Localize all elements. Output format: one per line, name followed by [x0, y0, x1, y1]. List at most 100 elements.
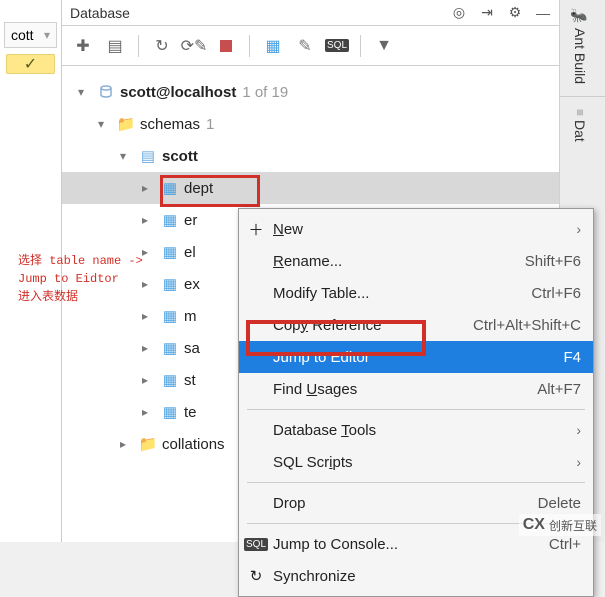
toolbar-divider: [360, 35, 361, 57]
shortcut: Ctrl+: [549, 536, 581, 553]
datasource-button[interactable]: ▤: [104, 35, 126, 57]
shortcut: Shift+F6: [525, 253, 581, 270]
table-icon: ▦: [160, 339, 180, 357]
table-icon: ▦: [160, 179, 180, 197]
stop-button[interactable]: [215, 35, 237, 57]
tab-database[interactable]: ≡ Dat: [560, 101, 600, 150]
toolbar: ✚ ▤ ↻ ⟳✎ ▦ ✎ SQL ▼: [62, 26, 559, 66]
menu-label: Jump to Console...: [273, 536, 398, 553]
table-label: el: [184, 244, 196, 261]
target-icon[interactable]: ◎: [451, 5, 467, 21]
table-label: er: [184, 212, 197, 229]
tab-label: Dat: [572, 120, 588, 142]
schemas-node[interactable]: ▾ 📁 schemas 1: [62, 108, 559, 140]
shortcut: F4: [563, 349, 581, 366]
tab-ant-build[interactable]: 🐜 Ant Build: [560, 0, 600, 92]
table-icon: ▦: [160, 403, 180, 421]
table-label: sa: [184, 340, 200, 357]
shortcut: Delete: [538, 495, 581, 512]
database-icon: [96, 84, 116, 100]
menu-label: Database Tools: [273, 422, 376, 439]
chevron-down-icon[interactable]: ▾: [78, 85, 92, 99]
sync-icon: ↻: [247, 567, 265, 585]
chevron-down-icon: ▾: [44, 28, 50, 42]
table-icon: ▦: [160, 211, 180, 229]
menu-label: New: [273, 221, 303, 238]
chevron-right-icon[interactable]: ▸: [142, 277, 156, 291]
edit-button[interactable]: ✎: [294, 35, 316, 57]
chevron-right-icon[interactable]: ▸: [142, 405, 156, 419]
menu-sql-scripts[interactable]: SQL Scripts ›: [239, 446, 593, 478]
table-label: st: [184, 372, 196, 389]
menu-find-usages[interactable]: Find Usages Alt+F7: [239, 373, 593, 405]
panel-title: Database: [70, 5, 130, 21]
shortcut: Ctrl+Alt+Shift+C: [473, 317, 581, 334]
db-label: scott: [162, 148, 198, 165]
table-button[interactable]: ▦: [262, 35, 284, 57]
gear-icon[interactable]: ⚙: [507, 5, 523, 21]
submenu-icon: ›: [576, 422, 581, 438]
chevron-right-icon[interactable]: ▸: [142, 245, 156, 259]
db-node[interactable]: ▾ ▤ scott: [62, 140, 559, 172]
header-buttons: ◎ ⇥ ⚙ —: [451, 5, 551, 21]
yellow-indicator[interactable]: ✓: [6, 54, 55, 74]
datasource-label: scott@localhost: [120, 84, 236, 101]
menu-copyref[interactable]: Copy Reference Ctrl+Alt+Shift+C: [239, 309, 593, 341]
toolbar-divider: [138, 35, 139, 57]
sql-icon: SQL: [247, 538, 265, 551]
schemas-label: schemas: [140, 116, 200, 133]
table-icon: ▦: [160, 275, 180, 293]
menu-label: Synchronize: [273, 568, 356, 585]
menu-modify[interactable]: Modify Table... Ctrl+F6: [239, 277, 593, 309]
ant-icon: 🐜: [572, 8, 588, 24]
chevron-down-icon[interactable]: ▾: [98, 117, 112, 131]
chevron-right-icon[interactable]: ▸: [120, 437, 134, 451]
chevron-right-icon[interactable]: ▸: [142, 373, 156, 387]
dropdown-label: cott: [11, 27, 34, 43]
add-button[interactable]: ✚: [72, 35, 94, 57]
collations-label: collations: [162, 436, 225, 453]
tab-separator: [560, 96, 605, 97]
chevron-right-icon[interactable]: ▸: [142, 341, 156, 355]
menu-new[interactable]: ＋ New ›: [239, 213, 593, 245]
menu-label: SQL Scripts: [273, 454, 353, 471]
table-icon: ▦: [160, 243, 180, 261]
table-icon: ▦: [160, 371, 180, 389]
sync-button[interactable]: ⟳✎: [183, 35, 205, 57]
chevron-right-icon[interactable]: ▸: [142, 309, 156, 323]
chevron-down-icon[interactable]: ▾: [120, 149, 134, 163]
sql-button[interactable]: SQL: [326, 35, 348, 57]
tab-label: Ant Build: [572, 28, 588, 84]
logo-cx: CX: [523, 516, 545, 534]
submenu-icon: ›: [576, 454, 581, 470]
menu-label: Rename...: [273, 253, 342, 270]
chevron-right-icon[interactable]: ▸: [142, 213, 156, 227]
refresh-button[interactable]: ↻: [151, 35, 173, 57]
collapse-icon[interactable]: ⇥: [479, 5, 495, 21]
scott-dropdown[interactable]: cott ▾: [4, 22, 57, 48]
table-label: m: [184, 308, 197, 325]
annotation-text: 选择 table name -> Jump to Eidtor 进入表数据: [18, 252, 143, 306]
datasource-node[interactable]: ▾ scott@localhost 1 of 19: [62, 76, 559, 108]
filter-button[interactable]: ▼: [373, 35, 395, 57]
menu-jump-editor[interactable]: Jump to Editor F4: [239, 341, 593, 373]
menu-synchronize[interactable]: ↻ Synchronize: [239, 560, 593, 592]
watermark-logo: CX 创新互联: [519, 514, 601, 536]
datasource-count: 1 of 19: [242, 84, 288, 101]
menu-label: Jump to Editor: [273, 349, 370, 366]
table-label: te: [184, 404, 197, 421]
logo-text: 创新互联: [549, 517, 597, 534]
menu-rename[interactable]: Rename... Shift+F6: [239, 245, 593, 277]
table-dept[interactable]: ▸ ▦ dept: [62, 172, 559, 204]
menu-label: Modify Table...: [273, 285, 369, 302]
schema-icon: ▤: [138, 147, 158, 165]
chevron-right-icon[interactable]: ▸: [142, 181, 156, 195]
menu-separator: [247, 482, 585, 483]
context-menu: ＋ New › Rename... Shift+F6 Modify Table.…: [238, 208, 594, 597]
submenu-icon: ›: [576, 221, 581, 237]
menu-separator: [247, 409, 585, 410]
menu-db-tools[interactable]: Database Tools ›: [239, 414, 593, 446]
minimize-icon[interactable]: —: [535, 5, 551, 21]
folder-icon: 📁: [138, 435, 158, 453]
table-label: dept: [184, 180, 213, 197]
